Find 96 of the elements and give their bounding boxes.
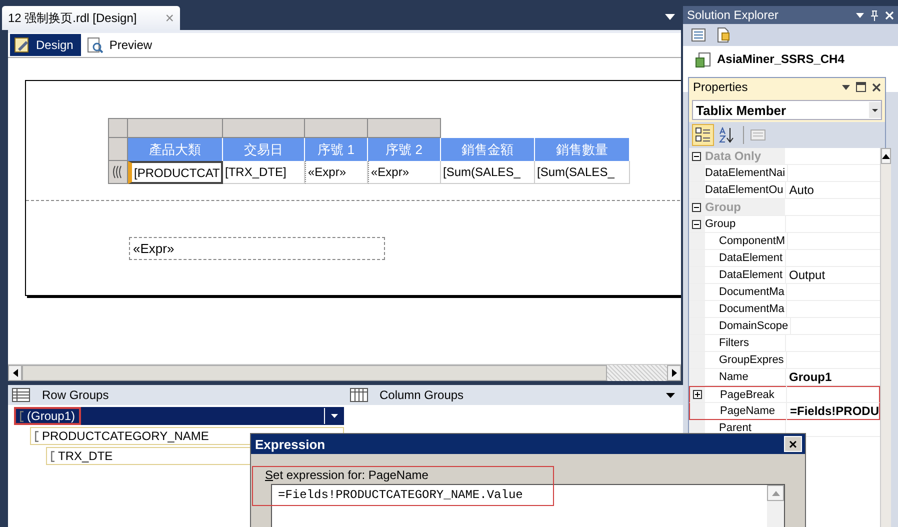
property-name[interactable]: Name: [705, 371, 785, 383]
property-value[interactable]: =Fields!PRODU: [790, 404, 880, 418]
properties-icon[interactable]: [691, 27, 707, 43]
dropdown-icon[interactable]: [666, 393, 675, 398]
property-name[interactable]: DomainScope: [705, 320, 790, 332]
scroll-right-icon[interactable]: [672, 369, 676, 377]
property-row[interactable]: GroupExpres: [689, 352, 880, 369]
property-row[interactable]: PageBreak: [689, 386, 880, 403]
column-handle[interactable]: [128, 118, 223, 138]
property-name[interactable]: Group: [705, 218, 785, 230]
property-pages-icon: [750, 128, 766, 142]
property-row[interactable]: DataElementNai: [689, 165, 880, 182]
tablix-corner-handle[interactable]: [108, 118, 128, 138]
property-row[interactable]: Name Group1: [689, 369, 880, 386]
property-row[interactable]: PageName =Fields!PRODU: [689, 403, 880, 420]
dropdown-icon[interactable]: [330, 414, 338, 418]
vertical-scrollbar[interactable]: [880, 148, 892, 527]
property-name[interactable]: Parent: [705, 422, 785, 434]
property-name[interactable]: DocumentMa: [705, 303, 786, 315]
property-name[interactable]: PageName: [706, 405, 786, 417]
project-name[interactable]: AsiaMiner_SSRS_CH4: [717, 52, 844, 66]
property-value[interactable]: Auto: [789, 183, 814, 197]
column-groups-icon: [350, 388, 368, 402]
expander-icon[interactable]: [692, 202, 701, 212]
dropdown-icon[interactable]: [842, 84, 850, 90]
property-name[interactable]: DataElementOu: [705, 184, 786, 196]
scroll-thumb[interactable]: [22, 365, 607, 381]
column-handle[interactable]: [368, 118, 441, 138]
property-name[interactable]: GroupExpres: [705, 354, 786, 366]
property-row[interactable]: Group: [689, 216, 880, 233]
expander-icon[interactable]: [693, 390, 702, 399]
column-handle[interactable]: [223, 118, 305, 138]
document-tab[interactable]: 12 强制换页.rdl [Design] ×: [2, 6, 180, 30]
expression-label: Set expression for: PageName: [265, 468, 430, 484]
property-row[interactable]: Filters: [689, 335, 880, 352]
vertical-scrollbar[interactable]: [767, 485, 784, 527]
property-row[interactable]: DocumentMa: [689, 284, 880, 301]
close-icon[interactable]: [872, 82, 881, 92]
detail-row-handle[interactable]: [108, 161, 128, 184]
property-value[interactable]: Group1: [789, 370, 832, 384]
dropdown-icon[interactable]: [872, 108, 878, 112]
detail-cell[interactable]: «Expr»: [305, 161, 368, 184]
detail-cell[interactable]: «Expr»: [368, 161, 441, 184]
property-row[interactable]: DocumentMa: [689, 301, 880, 318]
dropdown-icon[interactable]: [856, 12, 864, 18]
column-groups-title: Column Groups: [380, 388, 464, 402]
maximize-icon[interactable]: [856, 82, 866, 92]
column-handle[interactable]: [305, 118, 368, 138]
property-name[interactable]: ComponentM: [705, 235, 788, 247]
expander-icon[interactable]: [692, 152, 701, 160]
detail-cell[interactable]: [Sum(SALES_: [535, 161, 630, 184]
view-tab[interactable]: Preview: [83, 34, 160, 56]
pin-icon[interactable]: [870, 10, 879, 20]
document-tab-title: 12 强制换页.rdl [Design]: [8, 10, 137, 26]
group-name: PRODUCTCATEGORY_NAME: [42, 429, 209, 443]
object-selector[interactable]: Tablix Member: [692, 100, 882, 120]
property-name[interactable]: DataElement: [705, 252, 785, 264]
project-icon: [695, 52, 711, 68]
magnifier-icon: [87, 37, 104, 53]
solution-explorer-title: Solution Explorer: [687, 8, 778, 22]
property-name[interactable]: DocumentMa: [705, 286, 786, 298]
horizontal-scrollbar[interactable]: [8, 364, 681, 381]
group-name: (Group1): [27, 409, 76, 423]
expression-editor[interactable]: =Fields!PRODUCTCATEGORY_NAME.Value: [271, 484, 785, 527]
detail-cell[interactable]: [Sum(SALES_: [441, 161, 535, 184]
categorized-icon[interactable]: [692, 124, 714, 146]
pencil-icon: [14, 37, 30, 53]
expression-textbox[interactable]: «Expr»: [129, 237, 385, 260]
scroll-up-icon[interactable]: [882, 154, 890, 158]
detail-cell[interactable]: [PRODUCTCAT: [128, 161, 223, 184]
close-button[interactable]: ×: [784, 436, 802, 452]
property-name[interactable]: PageBreak: [706, 388, 786, 400]
row-groups-title: Row Groups: [42, 388, 109, 402]
group-bracket-icon: [51, 450, 55, 462]
property-row[interactable]: DataElement Output: [689, 267, 880, 284]
row-groups-icon: [12, 388, 30, 402]
expander-icon[interactable]: [692, 220, 701, 228]
detail-cell[interactable]: [TRX_DTE]: [223, 161, 305, 184]
property-value[interactable]: Output: [789, 268, 826, 282]
show-files-icon[interactable]: [715, 27, 731, 43]
property-row[interactable]: DomainScope: [689, 318, 880, 335]
property-name[interactable]: DataElement: [705, 269, 785, 281]
row-handle[interactable]: [108, 138, 128, 161]
row-group-item[interactable]: (Group1): [14, 407, 344, 425]
details-group-icon: [112, 165, 124, 179]
dropdown-icon[interactable]: [665, 14, 675, 20]
group-bracket-icon: [35, 430, 39, 442]
scroll-left-icon[interactable]: [12, 369, 18, 377]
property-row[interactable]: DataElement: [689, 250, 880, 267]
property-name[interactable]: Filters: [705, 337, 785, 349]
group-bracket-icon: [20, 410, 24, 422]
properties-title: Properties: [693, 80, 748, 94]
view-tab[interactable]: Design: [10, 34, 82, 56]
property-name[interactable]: DataElementNai: [705, 167, 788, 179]
property-row[interactable]: ComponentM: [689, 233, 880, 250]
group-name: TRX_DTE: [58, 449, 113, 463]
